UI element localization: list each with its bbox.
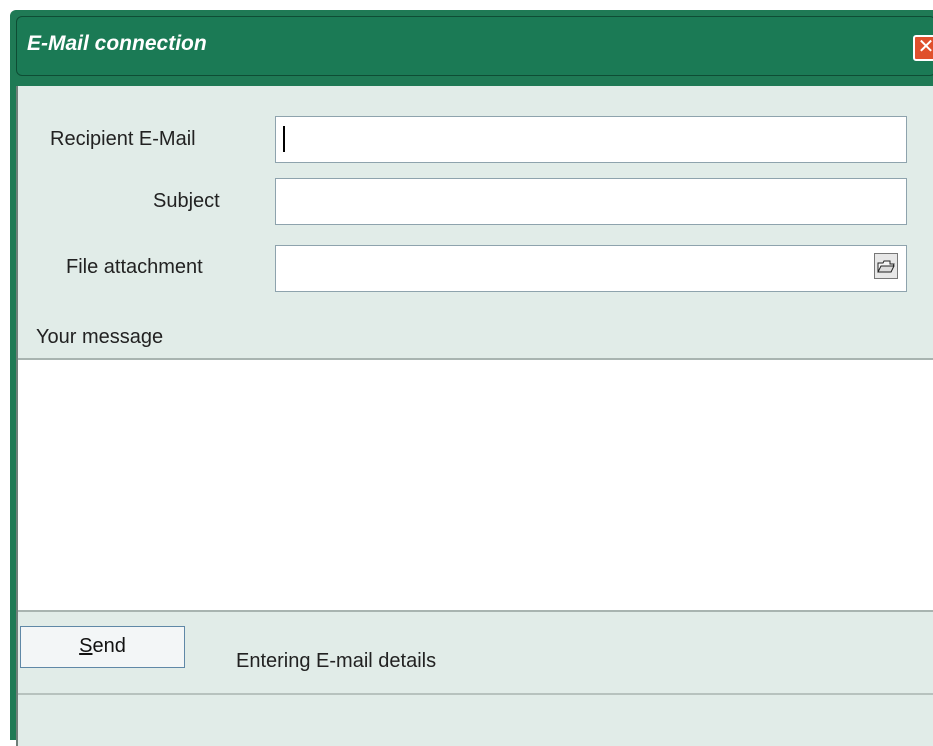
titlebar-panel: E-Mail connection ✕ xyxy=(16,16,933,76)
send-button[interactable]: Send xyxy=(20,626,185,668)
message-textarea[interactable] xyxy=(18,358,933,612)
browse-button[interactable] xyxy=(874,253,898,279)
window-title: E-Mail connection xyxy=(27,32,207,55)
titlebar: E-Mail connection ✕ xyxy=(10,10,933,80)
dialog-body: Recipient E-Mail Subject File attachment… xyxy=(16,86,933,746)
subject-label: Subject xyxy=(153,190,220,212)
attachment-label: File attachment xyxy=(66,256,203,278)
close-icon: ✕ xyxy=(917,36,933,58)
email-connection-window: E-Mail connection ✕ Recipient E-Mail Sub… xyxy=(10,10,933,746)
text-caret xyxy=(283,126,285,152)
attachment-field[interactable] xyxy=(275,245,907,292)
recipient-label: Recipient E-Mail xyxy=(50,128,196,150)
send-accelerator: S xyxy=(79,635,93,657)
close-button[interactable]: ✕ xyxy=(913,35,933,61)
send-label: end xyxy=(92,635,126,657)
recipient-email-field[interactable] xyxy=(275,116,907,163)
folder-open-icon xyxy=(877,260,895,278)
subject-field[interactable] xyxy=(275,178,907,225)
status-text: Entering E-mail details xyxy=(236,650,437,672)
message-label: Your message xyxy=(36,326,164,348)
divider xyxy=(18,693,933,695)
